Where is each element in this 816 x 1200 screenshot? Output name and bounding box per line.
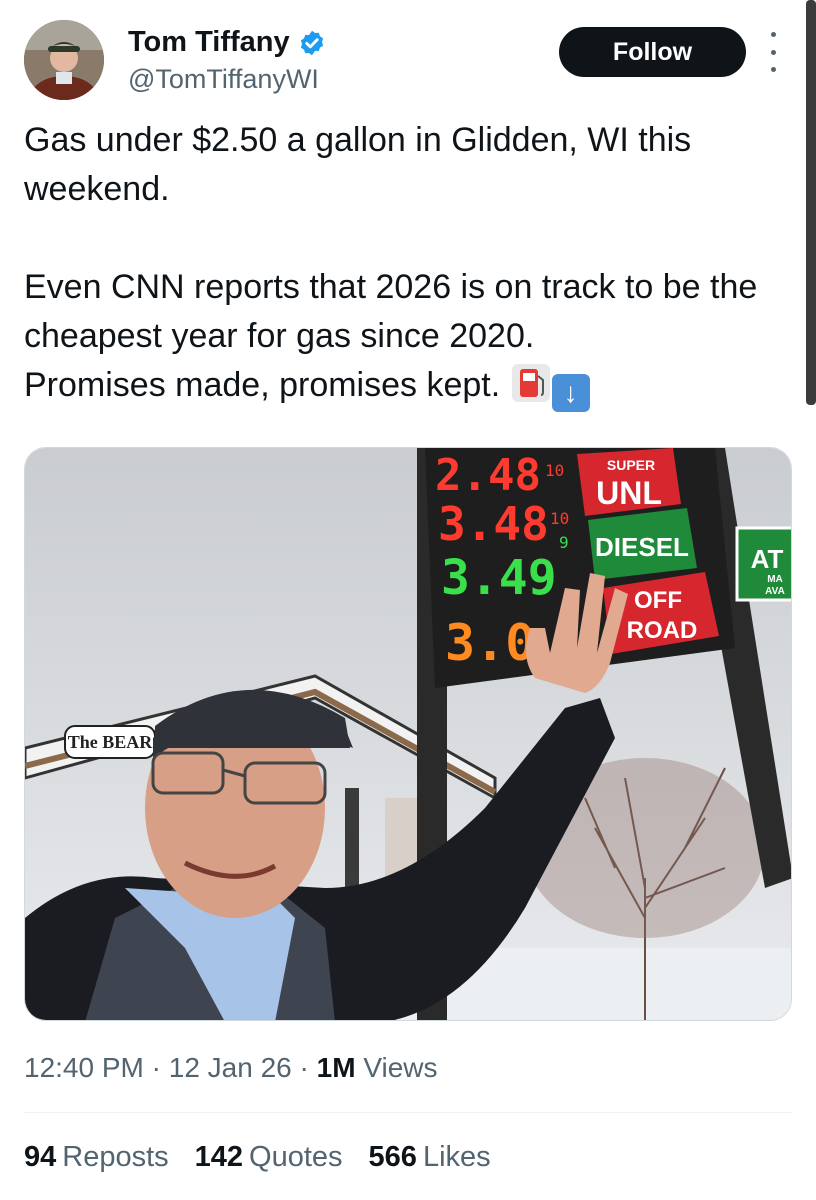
quotes-label: Quotes xyxy=(249,1141,343,1173)
tweet-line-2: Even CNN reports that 2026 is on track t… xyxy=(24,268,758,355)
price-diesel: 3.49 xyxy=(441,550,557,606)
avatar-photo xyxy=(24,20,104,100)
quotes-count: 142 xyxy=(194,1141,244,1173)
views-count[interactable]: 1M xyxy=(317,1052,356,1083)
verified-badge-icon xyxy=(300,30,323,55)
price-regular-fraction: 10 xyxy=(545,461,564,480)
divider xyxy=(24,1112,792,1113)
tweet-line-1: Gas under $2.50 a gallon in Glidden, WI … xyxy=(24,121,692,208)
sign-super: SUPER xyxy=(607,457,655,473)
quotes-stat[interactable]: 142 Quotes xyxy=(195,1141,343,1174)
fuel-pump-emoji xyxy=(511,364,550,402)
tweet-stats: 94 Reposts 142 Quotes 566 Likes xyxy=(24,1141,517,1174)
sign-unl: UNL xyxy=(596,475,662,511)
price-diesel-fraction: 9 xyxy=(559,533,569,552)
tweet-time[interactable]: 12:40 PM xyxy=(24,1052,144,1083)
tweet-date[interactable]: 12 Jan 26 xyxy=(169,1052,292,1083)
author-avatar[interactable] xyxy=(24,20,104,100)
meta-separator-1: · xyxy=(151,1052,161,1083)
tweet-line-3-text: Promises made, promises kept. xyxy=(24,366,501,404)
price-regular: 2.48 xyxy=(435,450,541,501)
scrollbar[interactable] xyxy=(806,0,816,405)
sign-road: ROAD xyxy=(627,617,698,644)
tweet-text: Gas under $2.50 a gallon in Glidden, WI … xyxy=(24,116,794,412)
side-sign-small-1: MA xyxy=(767,574,783,585)
side-sign-small-2: AVA xyxy=(765,586,785,597)
reposts-stat[interactable]: 94 Reposts xyxy=(24,1141,169,1174)
sign-diesel: DIESEL xyxy=(595,532,689,562)
likes-label: Likes xyxy=(422,1141,491,1173)
author-display-name[interactable]: Tom Tiffany xyxy=(128,26,290,59)
price-offroad: 3.0 xyxy=(445,614,535,672)
likes-stat[interactable]: 566 Likes xyxy=(369,1141,491,1174)
tweet-meta: 12:40 PM · 12 Jan 26 · 1M Views xyxy=(24,1052,438,1084)
gas-station-selfie-image: The BEAR 2.48 10 3.48 10 3.49 9 3.0 SUPE… xyxy=(25,448,791,1020)
reposts-count: 94 xyxy=(24,1141,57,1173)
tweet-photo[interactable]: The BEAR 2.48 10 3.48 10 3.49 9 3.0 SUPE… xyxy=(24,447,792,1021)
likes-count: 566 xyxy=(368,1141,417,1173)
follow-button[interactable]: Follow xyxy=(559,27,746,77)
reposts-label: Reposts xyxy=(62,1141,169,1173)
more-vertical-icon[interactable] xyxy=(762,32,784,72)
canopy-sign-text: The BEAR xyxy=(68,732,154,752)
side-sign-text: AT xyxy=(751,544,784,574)
price-super: 3.48 xyxy=(438,497,549,551)
author-handle[interactable]: @TomTiffanyWI xyxy=(128,64,319,95)
views-label: Views xyxy=(363,1052,438,1083)
price-super-fraction: 10 xyxy=(550,509,569,528)
tweet-header: Tom Tiffany @TomTiffanyWI Follow xyxy=(24,20,784,100)
tweet-line-3: Promises made, promises kept. ↓ xyxy=(24,361,794,412)
meta-separator-2: · xyxy=(299,1052,309,1083)
sign-off: OFF xyxy=(634,587,682,614)
down-arrow-emoji: ↓ xyxy=(551,374,590,412)
